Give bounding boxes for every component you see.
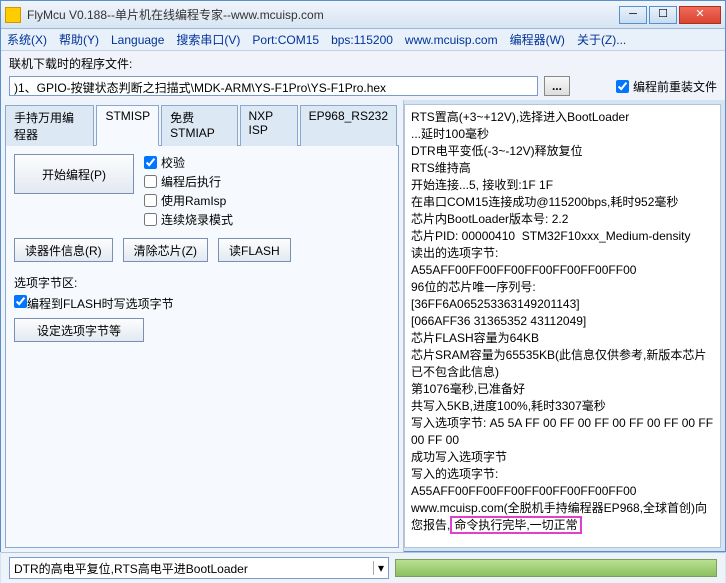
reset-mode-value: DTR的高电平复位,RTS高电平进BootLoader (14, 560, 248, 577)
bottom-row: DTR的高电平复位,RTS高电平进BootLoader ▾ (1, 552, 725, 583)
opt-continuous[interactable]: 连续烧录模式 (144, 211, 233, 228)
log-output[interactable]: RTS置高(+3~+12V),选择进入BootLoader ...延时100毫秒… (404, 104, 721, 548)
reinstall-label: 编程前重装文件 (633, 78, 717, 95)
read-flash-button[interactable]: 读FLASH (218, 238, 291, 262)
tab-nxpisp[interactable]: NXP ISP (240, 105, 298, 146)
browse-button[interactable]: ... (544, 76, 570, 96)
file-path-input[interactable]: )1、GPIO-按键状态判断之扫描式\MDK-ARM\YS-F1Pro\YS-F… (9, 76, 538, 96)
opt-ramisp[interactable]: 使用RamIsp (144, 192, 233, 209)
menu-bps[interactable]: bps:115200 (331, 33, 393, 47)
menu-language[interactable]: Language (111, 33, 164, 47)
reset-mode-combo[interactable]: DTR的高电平复位,RTS高电平进BootLoader ▾ (9, 557, 389, 579)
read-device-info-button[interactable]: 读器件信息(R) (14, 238, 113, 262)
start-program-button[interactable]: 开始编程(P) (14, 154, 134, 194)
maximize-button[interactable]: ☐ (649, 6, 677, 24)
menubar: 系统(X) 帮助(Y) Language 搜索串口(V) Port:COM15 … (1, 29, 725, 51)
tab-handheld[interactable]: 手持万用编程器 (5, 105, 94, 146)
tab-strip: 手持万用编程器 STMISP 免费STMIAP NXP ISP EP968_RS… (5, 104, 399, 146)
menu-system[interactable]: 系统(X) (7, 31, 47, 48)
menu-programmer[interactable]: 编程器(W) (510, 31, 565, 48)
option-bytes-label: 选项字节区: (14, 274, 390, 291)
left-pane: 手持万用编程器 STMISP 免费STMIAP NXP ISP EP968_RS… (1, 100, 404, 552)
menu-site[interactable]: www.mcuisp.com (405, 33, 498, 47)
file-label: 联机下载时的程序文件: (9, 55, 132, 72)
tab-ep968[interactable]: EP968_RS232 (300, 105, 397, 146)
reinstall-checkbox-input[interactable] (616, 80, 629, 93)
erase-chip-button[interactable]: 清除芯片(Z) (123, 238, 208, 262)
close-button[interactable]: ✕ (679, 6, 721, 24)
chevron-down-icon: ▾ (373, 561, 384, 575)
opt-runafter[interactable]: 编程后执行 (144, 173, 233, 190)
menu-about[interactable]: 关于(Z)... (577, 31, 626, 48)
tab-stmiap[interactable]: 免费STMIAP (161, 105, 237, 146)
titlebar: FlyMcu V0.188--单片机在线编程专家--www.mcuisp.com… (1, 1, 725, 29)
opt-verify[interactable]: 校验 (144, 154, 233, 171)
menu-search-port[interactable]: 搜索串口(V) (176, 31, 240, 48)
menu-port[interactable]: Port:COM15 (252, 33, 319, 47)
progress-bar (395, 559, 717, 577)
reinstall-checkbox[interactable]: 编程前重装文件 (616, 78, 717, 95)
log-text: RTS置高(+3~+12V),选择进入BootLoader ...延时100毫秒… (411, 110, 716, 532)
window-title: FlyMcu V0.188--单片机在线编程专家--www.mcuisp.com (27, 6, 619, 23)
tab-stmisp[interactable]: STMISP (96, 105, 159, 146)
set-option-bytes-button[interactable]: 设定选项字节等 (14, 318, 144, 342)
app-icon (5, 7, 21, 23)
opt-write-option-bytes[interactable]: 编程到FLASH时写选项字节 (14, 295, 174, 312)
file-row: 联机下载时的程序文件: (1, 51, 725, 76)
tab-body: 开始编程(P) 校验 编程后执行 使用RamIsp 连续烧录模式 读器件信息(R… (5, 146, 399, 548)
minimize-button[interactable]: ─ (619, 6, 647, 24)
log-highlight: 命令执行完毕,一切正常 (450, 516, 581, 534)
menu-help[interactable]: 帮助(Y) (59, 31, 99, 48)
